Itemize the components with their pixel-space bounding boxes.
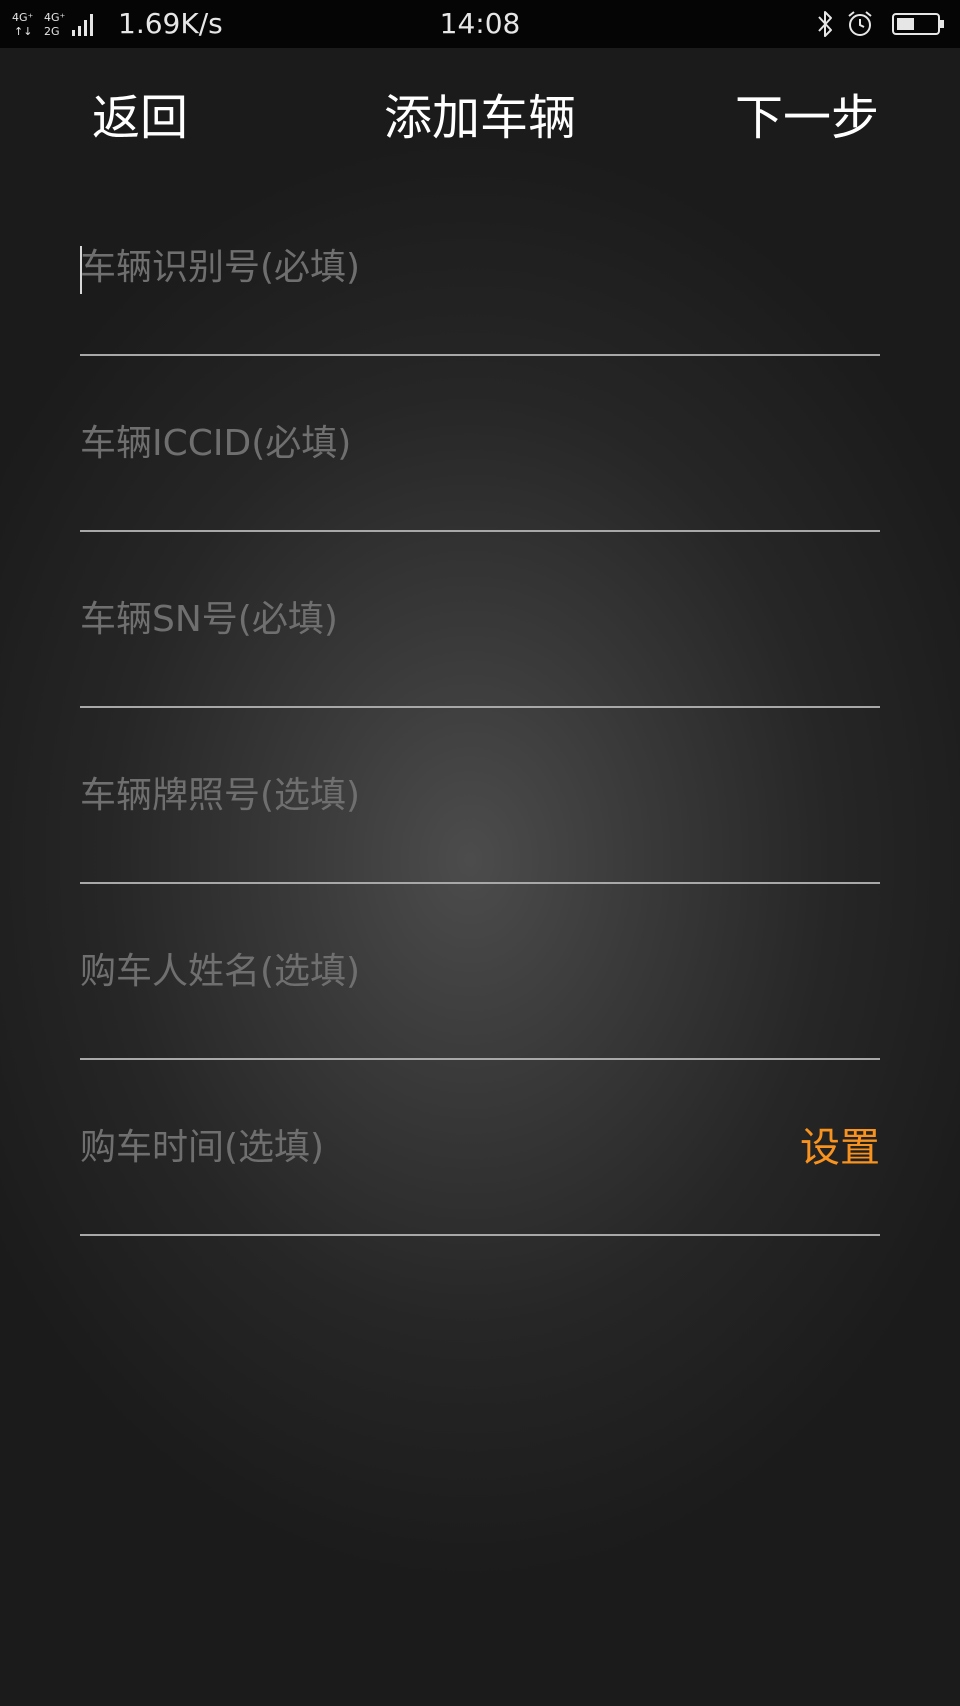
text-cursor (80, 246, 82, 294)
back-button[interactable]: 返回 (92, 88, 188, 148)
iccid-input[interactable] (80, 356, 880, 530)
plate-number-input[interactable] (80, 708, 880, 882)
next-step-button[interactable]: 下一步 (735, 88, 879, 148)
battery-icon (892, 13, 944, 35)
sn-field (80, 532, 880, 708)
buyer-name-input[interactable] (80, 884, 880, 1058)
status-bar: 4G⁺ 4G⁺ ↑↓ 2G 1.69K/s 14:08 (0, 0, 960, 48)
plate-number-field (80, 708, 880, 884)
purchase-time-field: 设置 (80, 1060, 880, 1236)
sn-input[interactable] (80, 532, 880, 706)
vin-input[interactable] (80, 180, 880, 354)
add-vehicle-screen: 4G⁺ 4G⁺ ↑↓ 2G 1.69K/s 14:08 添加车辆 返回 下一步 (0, 0, 960, 1706)
vin-field (80, 180, 880, 356)
purchase-time-input[interactable] (80, 1060, 880, 1234)
iccid-field (80, 356, 880, 532)
bluetooth-icon (818, 11, 832, 37)
set-purchase-time-button[interactable]: 设置 (800, 1122, 880, 1174)
title-bar: 添加车辆 返回 下一步 (0, 48, 960, 188)
alarm-icon (848, 11, 872, 36)
buyer-name-field (80, 884, 880, 1060)
